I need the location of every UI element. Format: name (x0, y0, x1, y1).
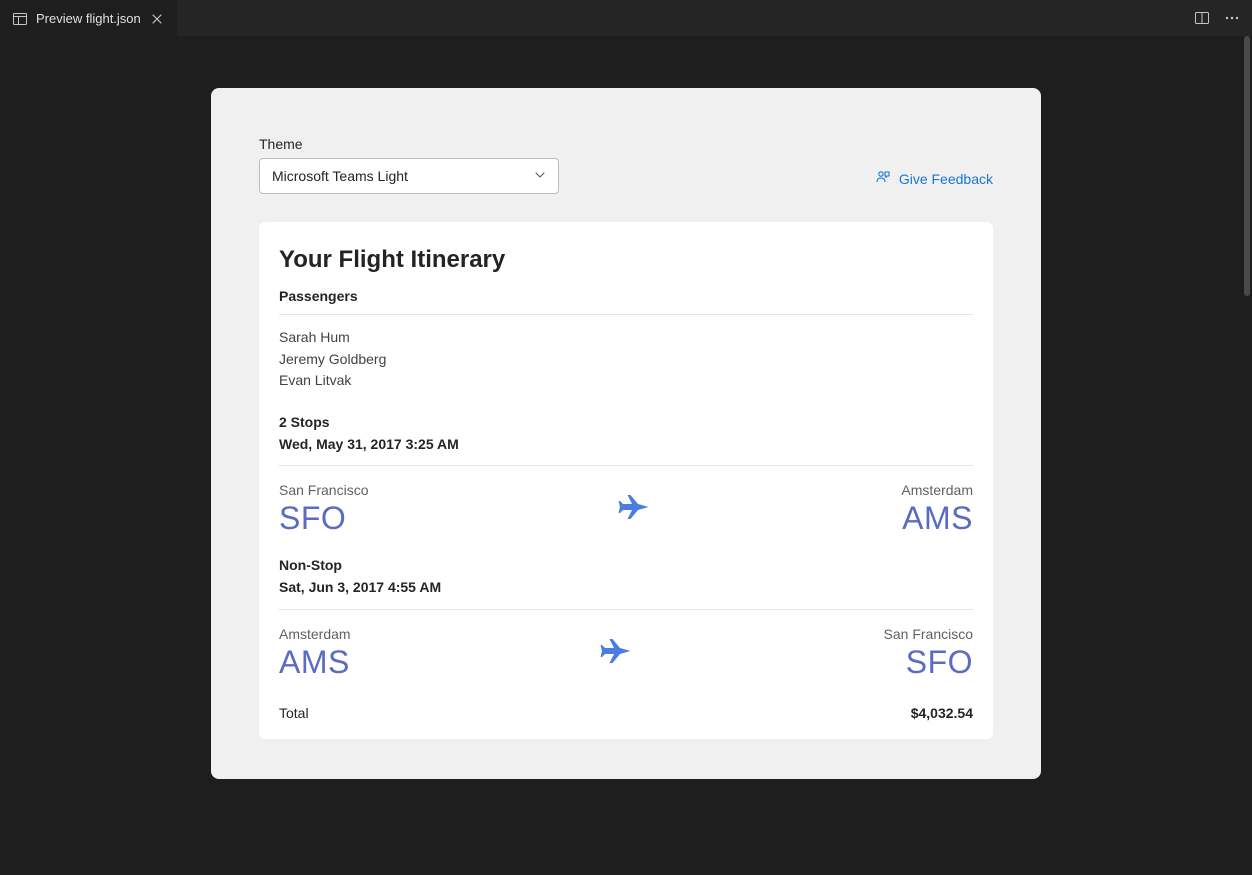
from-city-block: San Francisco SFO (279, 482, 368, 537)
theme-select-value: Microsoft Teams Light (272, 168, 408, 184)
to-city-block: San Francisco SFO (884, 626, 973, 681)
to-city-name: Amsterdam (901, 482, 973, 498)
tab-group: Preview flight.json (0, 0, 177, 36)
from-city-code: SFO (279, 500, 368, 537)
passengers-label: Passengers (279, 288, 973, 315)
segment-header: Non-Stop Sat, Jun 3, 2017 4:55 AM (279, 555, 973, 609)
scrollbar-track[interactable] (1242, 36, 1252, 875)
more-actions-icon[interactable] (1224, 10, 1240, 26)
from-city-block: Amsterdam AMS (279, 626, 351, 681)
segment-datetime: Wed, May 31, 2017 3:25 AM (279, 434, 973, 456)
theme-selector-block: Theme Microsoft Teams Light (259, 136, 559, 194)
to-city-code: SFO (884, 644, 973, 681)
passenger-name: Sarah Hum (279, 327, 973, 349)
from-city-name: San Francisco (279, 482, 368, 498)
to-city-code: AMS (901, 500, 973, 537)
airplane-icon (617, 489, 653, 530)
preview-icon (12, 11, 28, 27)
segment-body: Amsterdam AMS San Francisco SFO (279, 610, 973, 699)
editor-titlebar: Preview flight.json (0, 0, 1252, 36)
passenger-name: Evan Litvak (279, 370, 973, 392)
passenger-list: Sarah Hum Jeremy Goldberg Evan Litvak (279, 327, 973, 392)
segment-datetime: Sat, Jun 3, 2017 4:55 AM (279, 577, 973, 599)
scrollbar-thumb[interactable] (1244, 36, 1250, 296)
from-city-name: Amsterdam (279, 626, 351, 642)
total-label: Total (279, 705, 309, 721)
give-feedback-link[interactable]: Give Feedback (875, 169, 993, 188)
total-row: Total $4,032.54 (279, 699, 973, 721)
split-editor-icon[interactable] (1194, 10, 1210, 26)
theme-label: Theme (259, 136, 559, 152)
feedback-label: Give Feedback (899, 171, 993, 187)
to-city-name: San Francisco (884, 626, 973, 642)
segment-stops: Non-Stop (279, 555, 973, 577)
theme-select[interactable]: Microsoft Teams Light (259, 158, 559, 194)
airplane-icon (599, 633, 635, 674)
segment-header: 2 Stops Wed, May 31, 2017 3:25 AM (279, 412, 973, 466)
total-amount: $4,032.54 (911, 705, 973, 721)
preview-panel: Theme Microsoft Teams Light (211, 88, 1041, 779)
tab-preview-flight[interactable]: Preview flight.json (0, 0, 177, 36)
tab-title: Preview flight.json (36, 11, 141, 26)
titlebar-actions (1194, 10, 1252, 26)
panel-header: Theme Microsoft Teams Light (259, 136, 993, 194)
from-city-code: AMS (279, 644, 351, 681)
feedback-icon (875, 169, 891, 188)
passenger-name: Jeremy Goldberg (279, 349, 973, 371)
to-city-block: Amsterdam AMS (901, 482, 973, 537)
preview-viewport: Theme Microsoft Teams Light (0, 36, 1252, 875)
card-title: Your Flight Itinerary (279, 246, 973, 274)
close-icon[interactable] (149, 11, 165, 27)
itinerary-card: Your Flight Itinerary Passengers Sarah H… (259, 222, 993, 739)
segment-stops: 2 Stops (279, 412, 973, 434)
segment-body: San Francisco SFO Amsterdam AMS (279, 466, 973, 555)
chevron-down-icon (534, 168, 546, 184)
